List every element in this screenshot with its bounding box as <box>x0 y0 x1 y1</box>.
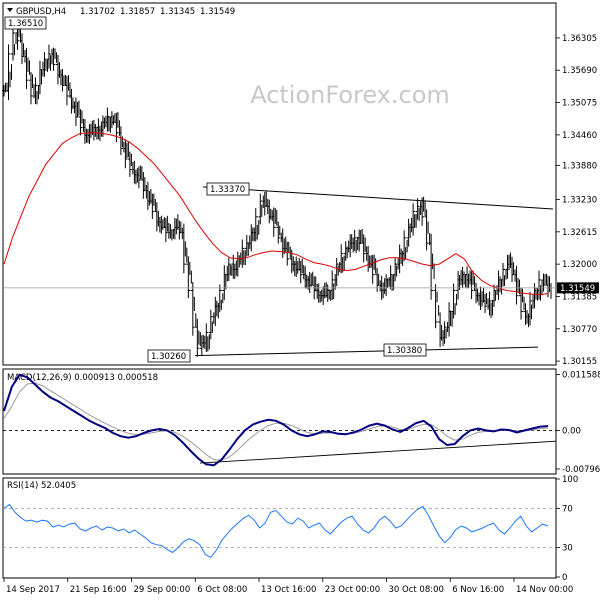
rsi-tick-label: 0 <box>562 573 567 583</box>
price-tick-label: 1.36305 <box>562 34 597 44</box>
price-axis: 1.36305 1.35690 1.35075 1.34460 1.33880 1.332… <box>556 34 597 367</box>
rsi-tick-label: 30 <box>562 544 573 554</box>
svg-text:1.30260: 1.30260 <box>151 352 186 362</box>
price-tick-label: 1.35690 <box>562 66 597 76</box>
ohlc-close: 1.31549 <box>200 7 235 17</box>
ohlc-open: 1.31702 <box>80 7 115 17</box>
time-axis: 14 Sep 2017 21 Sep 16:00 29 Sep 00:00 6 Oct… <box>3 578 573 595</box>
price-tick-label: 1.34460 <box>562 131 597 141</box>
rsi-tick-label: 100 <box>562 475 578 485</box>
price-tick-label: 1.30770 <box>562 325 597 335</box>
price-tick-label: 1.33880 <box>562 161 597 171</box>
price-panel-frame <box>2 2 557 366</box>
price-tick-label: 1.33230 <box>562 196 597 206</box>
watermark: ActionForex.com <box>250 81 450 109</box>
time-tick-label: 23 Oct 00:00 <box>325 585 380 595</box>
ohlc-high: 1.31857 <box>120 7 155 17</box>
macd-tick-label: 0.00 <box>562 426 581 436</box>
time-tick-label: 30 Oct 08:00 <box>389 585 444 595</box>
macd-title: MACD(12,26,9) 0.000913 0.000518 <box>7 373 158 383</box>
ohlc-low: 1.31345 <box>160 7 195 17</box>
svg-text:1.36510: 1.36510 <box>8 19 43 29</box>
annotation-high: 1.36510 <box>4 16 47 30</box>
time-tick-label: 6 Nov 16:00 <box>452 585 504 595</box>
price-tick-label: 1.32000 <box>562 260 597 270</box>
chart-canvas: ActionForex.com GBPUSD,H4 1.31702 1.3185… <box>2 2 600 595</box>
annotation-low-2: 1.30380 <box>383 343 427 357</box>
svg-text:1.33370: 1.33370 <box>210 185 245 195</box>
price-tick-label: 1.32615 <box>562 228 597 238</box>
current-price-label: 1.31549 <box>560 284 595 294</box>
symbol-label: GBPUSD,H4 <box>16 7 66 17</box>
time-tick-label: 13 Oct 16:00 <box>261 585 316 595</box>
time-tick-label: 29 Sep 00:00 <box>134 585 191 595</box>
time-tick-label: 14 Sep 2017 <box>6 585 60 595</box>
rsi-title: RSI(14) 52.0405 <box>7 481 76 491</box>
svg-text:1.30380: 1.30380 <box>387 346 422 356</box>
annotation-low-1: 1.30260 <box>147 349 191 363</box>
time-tick-label: 14 Nov 00:00 <box>516 585 573 595</box>
price-tick-label: 1.30155 <box>562 357 597 367</box>
macd-axis: 0.011588 0.00 -0.007961 <box>556 370 600 475</box>
rsi-panel-frame <box>2 477 557 579</box>
time-tick-label: 21 Sep 16:00 <box>70 585 127 595</box>
macd-tick-label: -0.007961 <box>562 465 600 475</box>
annotation-swing-high: 1.33370 <box>206 182 250 196</box>
price-tick-label: 1.31385 <box>562 292 597 302</box>
rsi-tick-label: 70 <box>562 504 573 514</box>
time-tick-label: 6 Oct 08:00 <box>197 585 247 595</box>
price-tick-label: 1.35075 <box>562 99 597 109</box>
macd-tick-label: 0.011588 <box>562 370 600 380</box>
